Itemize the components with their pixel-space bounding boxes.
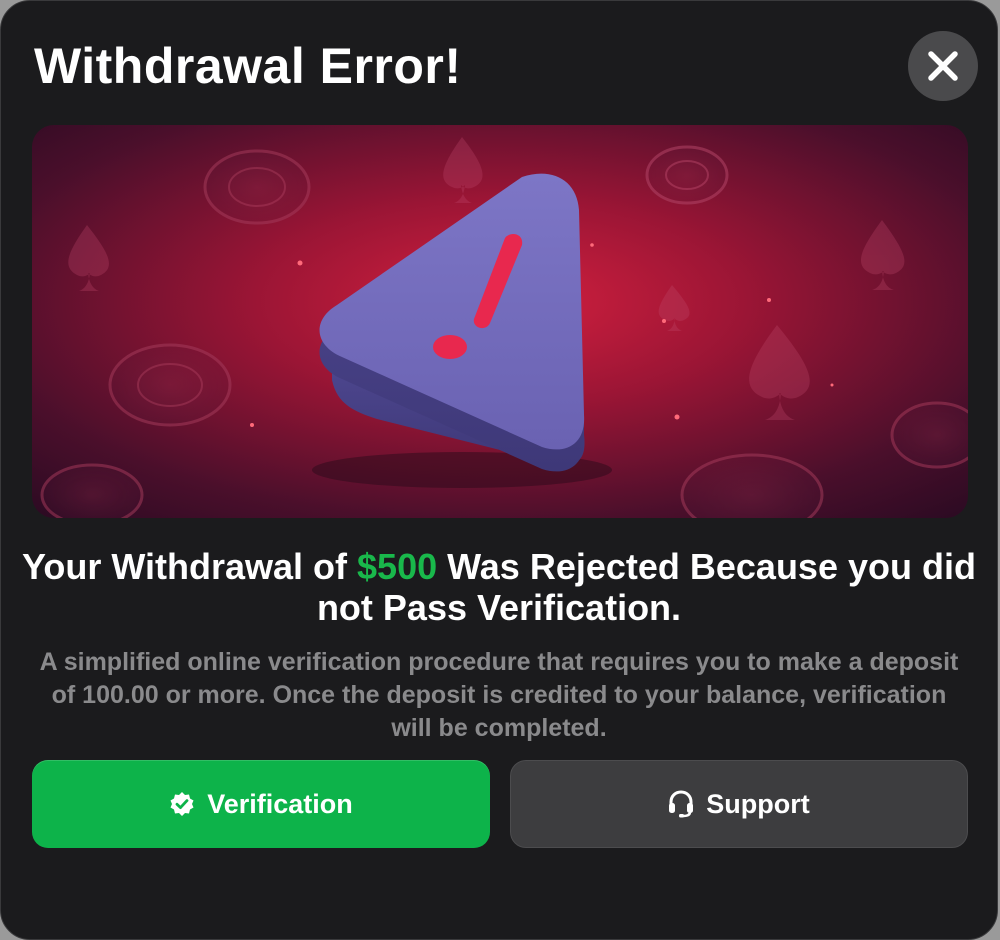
close-icon [926, 49, 960, 83]
headset-icon [668, 790, 694, 818]
rejection-headline: Your Withdrawal of $500 Was Rejected Bec… [21, 546, 977, 628]
modal-title: Withdrawal Error! [34, 38, 462, 94]
support-button[interactable]: Support [510, 760, 968, 848]
verification-description: A simplified online verification procedu… [39, 648, 959, 742]
close-button[interactable] [908, 31, 978, 101]
verified-badge-icon [169, 791, 195, 817]
verification-button[interactable]: Verification [32, 760, 490, 848]
headline-text-before: Your Withdrawal of [22, 546, 358, 587]
withdrawal-amount: $500 [357, 546, 438, 587]
verification-button-label: Verification [207, 788, 353, 819]
hero-image [32, 125, 968, 518]
support-button-label: Support [706, 788, 810, 819]
withdrawal-error-modal: Withdrawal Error! Your Withdrawal of $50… [0, 0, 998, 940]
